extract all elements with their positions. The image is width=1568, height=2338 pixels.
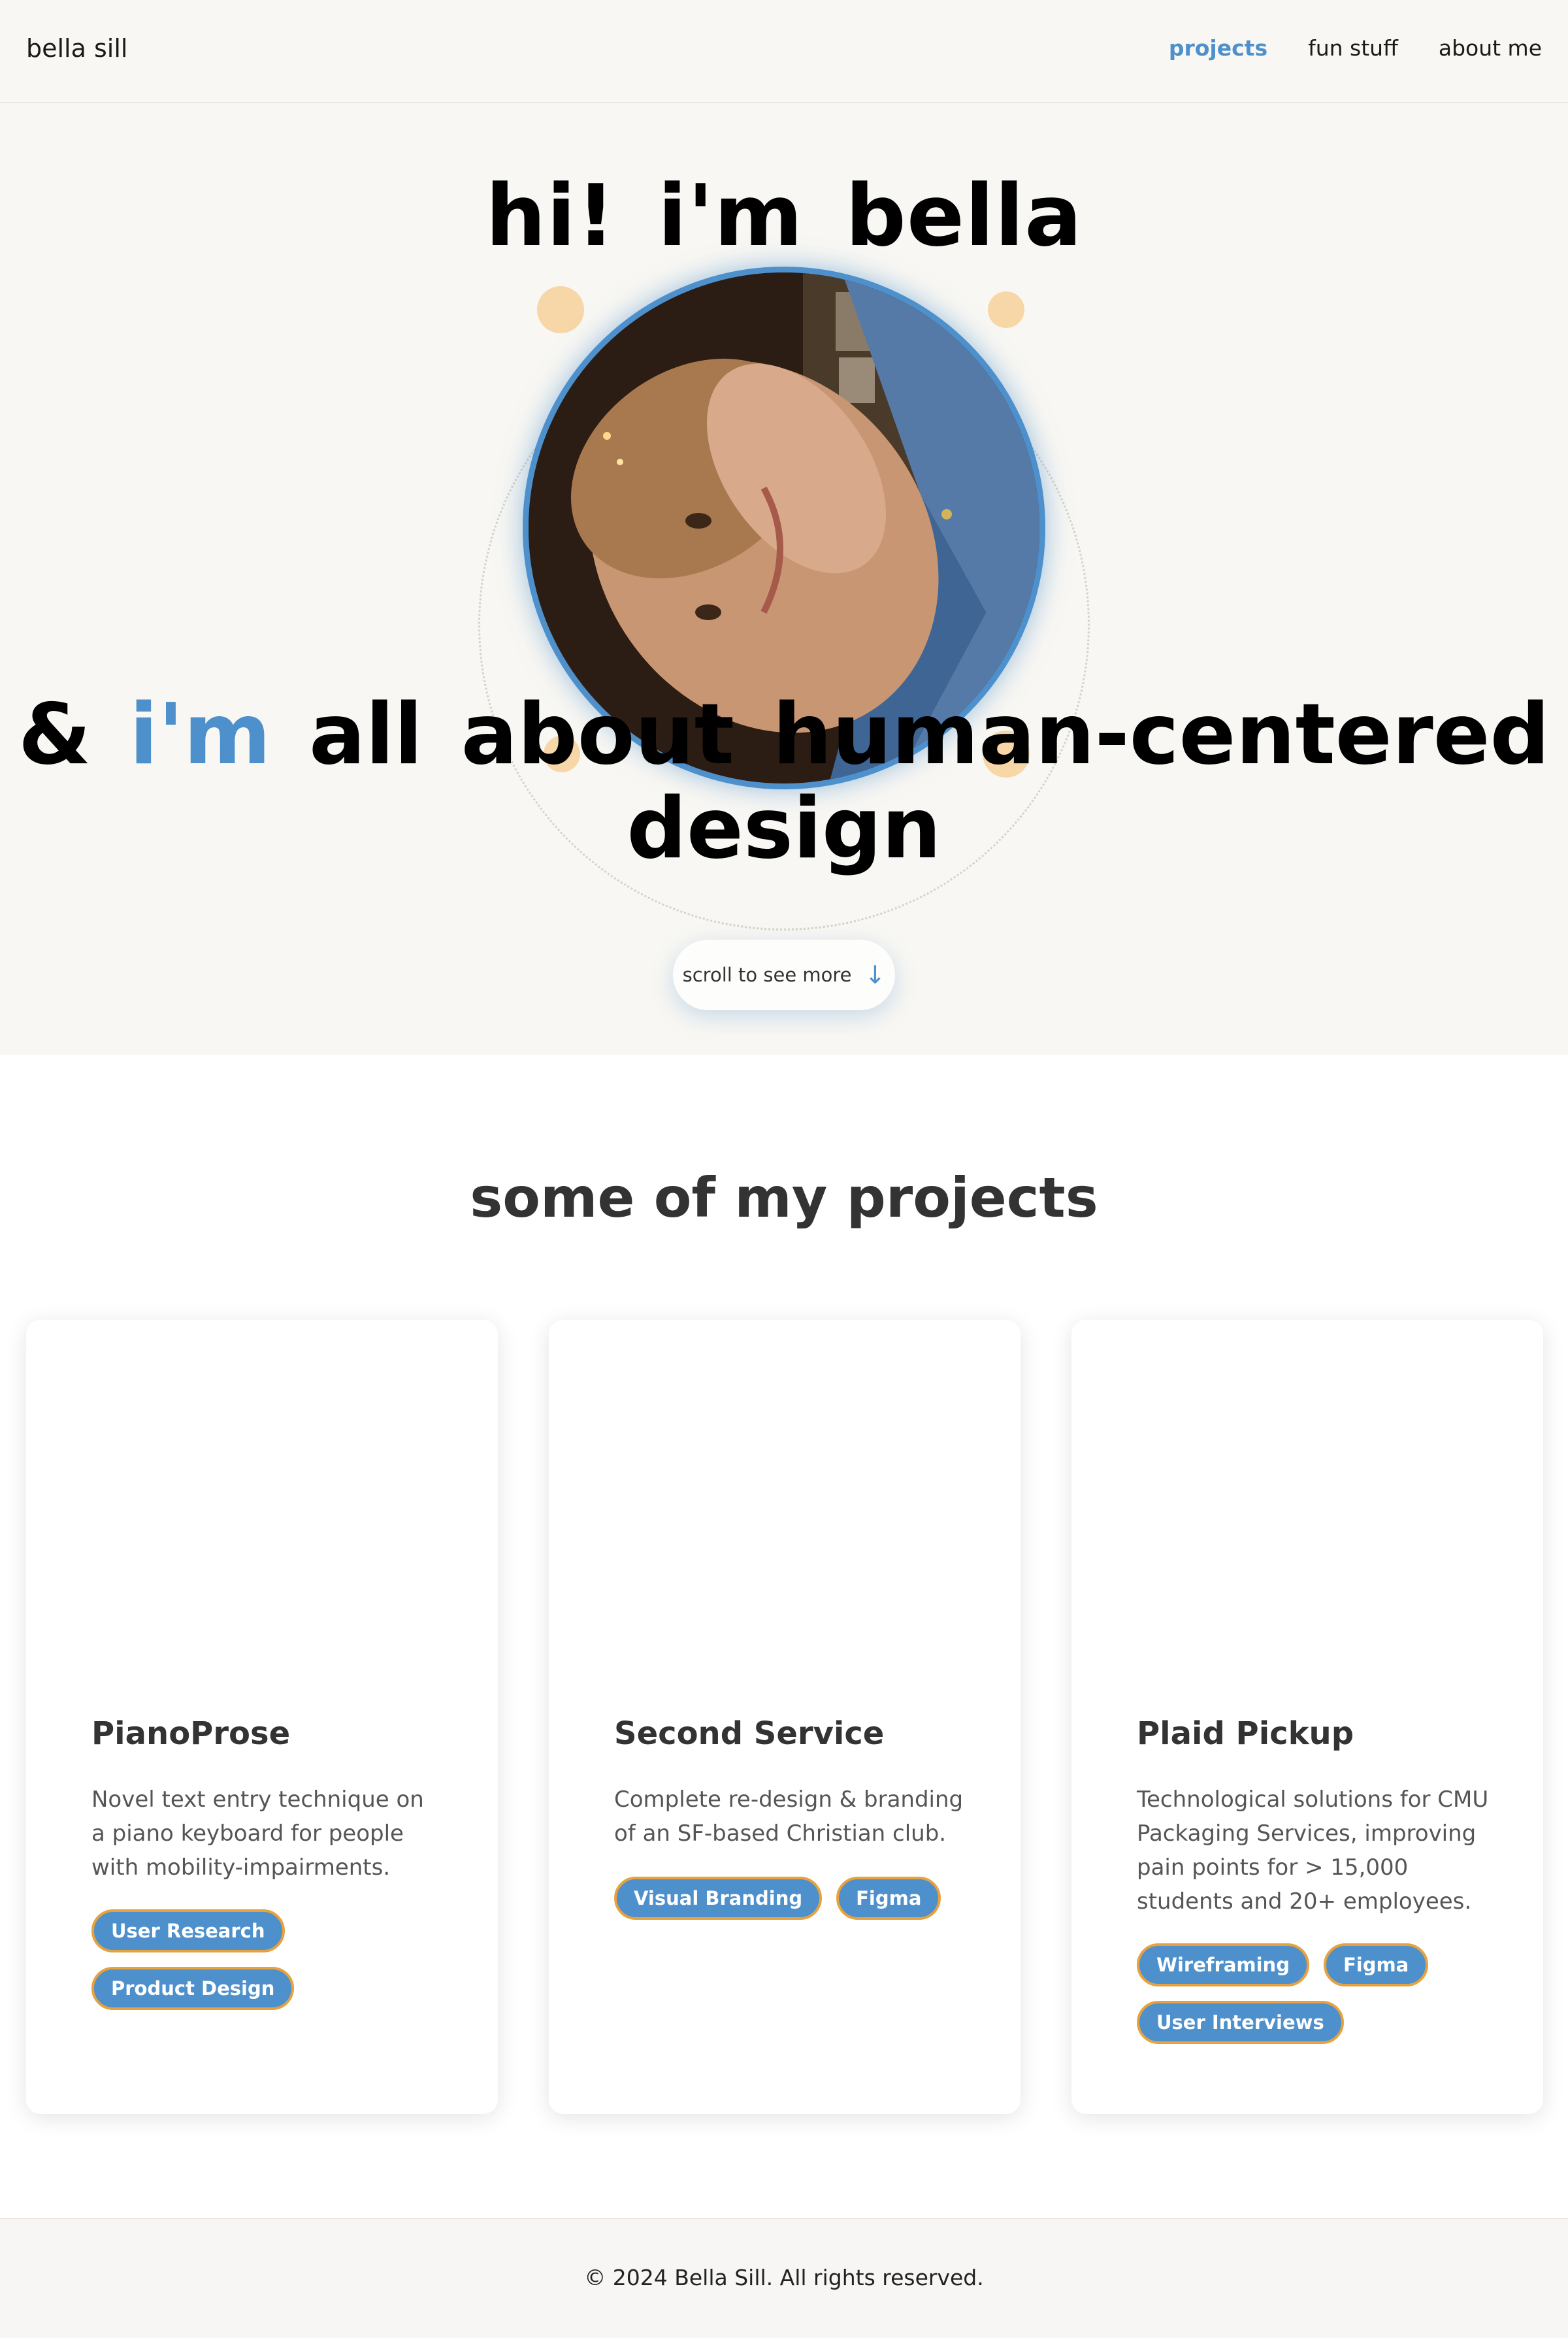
nav-links: projects fun stuff about me [1169, 35, 1542, 61]
project-tags: User Research Product Design [91, 1909, 457, 2010]
nav-link-projects[interactable]: projects [1169, 35, 1267, 61]
tag: Visual Branding [614, 1877, 823, 1920]
nav-link-about-me[interactable]: about me [1439, 35, 1542, 61]
project-tags: Wireframing Figma User Interviews [1137, 1943, 1437, 2044]
scroll-to-see-more-button[interactable]: scroll to see more ↓ [673, 940, 895, 1010]
projects-section-title: some of my projects [470, 1166, 1098, 1230]
scroll-label: scroll to see more [682, 964, 852, 986]
project-card-second-service[interactable]: Second Service Complete re-design & bran… [549, 1320, 1021, 2114]
project-image [26, 1320, 498, 1686]
hero-subtitle-start: & [18, 686, 130, 783]
project-image [1071, 1320, 1543, 1686]
project-card-pianoprose[interactable]: PianoProse Novel text entry technique on… [26, 1320, 498, 2114]
hero-title: hi! i'm bella [485, 166, 1083, 265]
footer: © 2024 Bella Sill. All rights reserved. [0, 2218, 1568, 2338]
project-description: Novel text entry technique on a piano ke… [91, 1786, 424, 1881]
project-title[interactable]: Second Service [614, 1715, 884, 1752]
tag: Product Design [91, 1967, 295, 2010]
tag: Figma [836, 1877, 941, 1920]
hero-section: hi! i'm bella & i'm all about human-cent… [0, 103, 1568, 1055]
project-title[interactable]: PianoProse [91, 1715, 290, 1752]
copyright-text: © 2024 Bella Sill. All rights reserved. [584, 2265, 984, 2290]
tag: User Interviews [1137, 2001, 1344, 2044]
arrow-down-icon: ↓ [864, 961, 886, 989]
tag: Figma [1323, 1943, 1429, 1986]
nav-link-fun-stuff[interactable]: fun stuff [1308, 35, 1398, 61]
project-description: Technological solutions for CMU Packagin… [1137, 1786, 1489, 1915]
tag: Wireframing [1137, 1943, 1309, 1986]
hero-subtitle: & i'm all about human-centered design [0, 688, 1568, 876]
hero-subtitle-accent: i'm [129, 686, 271, 783]
site-brand[interactable]: bella sill [26, 34, 127, 63]
project-card-plaid-pickup[interactable]: Plaid Pickup Technological solutions for… [1071, 1320, 1543, 2114]
project-description: Complete re-design & branding of an SF-b… [614, 1786, 964, 1847]
project-tags: Visual Branding Figma [614, 1877, 980, 1920]
project-image [549, 1320, 1021, 1686]
project-title[interactable]: Plaid Pickup [1137, 1715, 1354, 1752]
hero-subtitle-end: all about human-centered design [270, 686, 1550, 878]
tag: User Research [91, 1909, 285, 1952]
top-navigation: bella sill projects fun stuff about me [0, 0, 1568, 103]
